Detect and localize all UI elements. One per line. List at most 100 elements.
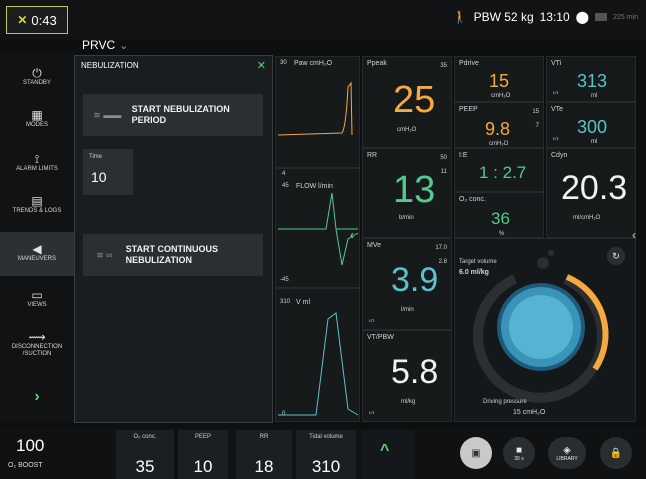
paw-waveform xyxy=(277,81,353,136)
vte-label: VTe xyxy=(551,106,564,113)
o2-boost-button[interactable]: 100 O₂ BOOST xyxy=(4,432,64,477)
vti-panel[interactable]: VTi 313 ml ᔕ xyxy=(546,56,636,102)
peep-panel[interactable]: PEEP 15 7 9.8 cmH₂O xyxy=(454,102,544,148)
sidebar-item-modes[interactable]: ▦ MODES xyxy=(0,98,74,142)
sidebar-item-label: TRENDS & LOGS xyxy=(12,207,62,214)
mve-label: MVe xyxy=(367,242,382,249)
ppeak-label: Ppeak xyxy=(367,60,387,67)
mve-unit: l/min xyxy=(401,307,414,313)
sidebar-item-label: STANDBY xyxy=(23,79,51,86)
rr-setting-value: 18 xyxy=(254,457,274,476)
mve-panel[interactable]: MVe 17.0 2.8 3.9 l/min ᔕ xyxy=(362,238,452,330)
boost-label: O₂ BOOST xyxy=(8,462,43,469)
close-icon[interactable]: ✕ xyxy=(257,59,266,72)
sidebar-item-label: VIEWS xyxy=(27,301,47,308)
sidebar-item-alarm-limits[interactable]: ⟟ ALARM LIMITS xyxy=(0,142,74,186)
nebulization-timer[interactable]: ✕ 0:43 xyxy=(6,6,68,34)
sidebar-expand-button[interactable]: › xyxy=(0,374,74,418)
time-label: Time xyxy=(89,154,103,160)
battery-icon xyxy=(595,13,608,21)
paw-waveform-panel: Paw cmH₂O 30 xyxy=(275,56,360,168)
cdyn-unit: ml/cmH₂O xyxy=(573,215,601,221)
cdyn-panel[interactable]: Cdyn 20.3 ml/cmH₂O xyxy=(546,148,636,238)
power-icon: ⏻ xyxy=(32,65,42,80)
vtpbw-label: VT/PBW xyxy=(367,334,394,341)
library-button[interactable]: ◈ LIBRARY xyxy=(548,437,586,469)
vtpbw-unit: ml/kg xyxy=(401,399,416,405)
sidebar-item-standby[interactable]: ⏻ STANDBY xyxy=(0,56,74,100)
infinity-icon: ≋ ∞ xyxy=(96,249,113,260)
rr-hi: 50 xyxy=(440,155,447,161)
peep-hi: 15 xyxy=(532,109,539,115)
peep-setting-label: PEEP xyxy=(194,434,211,440)
maneuvers-icon: ◀ xyxy=(32,241,42,256)
volume-waveform-panel: 310 V ml 0 xyxy=(275,288,360,422)
rr-value: 13 xyxy=(393,169,436,211)
peep-unit: cmH₂O xyxy=(489,141,509,147)
tidal-volume-setting[interactable]: Tidal volume 310 xyxy=(296,430,356,479)
expand-settings-button[interactable]: ^ xyxy=(362,430,414,479)
sidebar-item-disconnection[interactable]: ⟿ DISCONNECTION /SUCTION xyxy=(0,324,74,368)
o2-panel[interactable]: O₂ conc. 36 % xyxy=(454,192,544,238)
lung-icon: ᔕ xyxy=(553,90,559,96)
chevron-down-icon: ⌄ xyxy=(119,39,129,52)
vte-value: 300 xyxy=(577,117,608,137)
time-field[interactable]: Time 10 xyxy=(83,149,133,195)
peep-lo: 7 xyxy=(535,123,539,129)
vti-value: 313 xyxy=(577,71,608,91)
volume-waveform xyxy=(278,312,359,416)
rr-panel[interactable]: RR 50 11 13 b/min xyxy=(362,148,452,238)
sidebar: ⏻ STANDBY ▦ MODES ⟟ ALARM LIMITS ▤ TREND… xyxy=(0,52,74,422)
ie-panel[interactable]: I:E 1 : 2.7 xyxy=(454,148,544,192)
peep-setting-value: 10 xyxy=(193,457,213,476)
rr-unit: b/min xyxy=(399,215,414,221)
tidal-volume-value: 310 xyxy=(311,457,341,476)
pbw-label: PBW 52 kg xyxy=(473,10,534,24)
start-continuous-nebulization-button[interactable]: ≋ ∞ START CONTINUOUS NEBULIZATION xyxy=(83,234,263,276)
vte-panel[interactable]: VTe 300 ml ᔕ xyxy=(546,102,636,148)
video-duration: 30 s xyxy=(514,455,524,462)
cdyn-value: 20.3 xyxy=(561,169,628,207)
mode-selector[interactable]: PRVC ⌄ xyxy=(82,38,128,52)
trends-icon: ▤ xyxy=(31,193,43,208)
chevron-right-icon: › xyxy=(34,387,40,405)
peep-value: 9.8 xyxy=(485,119,511,139)
plug-icon: ⬤ xyxy=(575,10,590,24)
mve-hi: 17.0 xyxy=(435,245,447,251)
collapse-waveform-button[interactable]: ‹ xyxy=(350,228,354,242)
driving-pressure-value: 15 cmH₂O xyxy=(513,409,546,416)
o2-value: 36 xyxy=(491,209,510,228)
peep-setting[interactable]: PEEP 10 xyxy=(178,430,228,479)
o2-setting[interactable]: O₂ conc. 35 xyxy=(116,430,174,479)
pdrive-value: 15 xyxy=(489,71,510,91)
bell-icon: ⟟ xyxy=(34,151,40,166)
views-icon: ▭ xyxy=(31,287,43,302)
sidebar-item-trends[interactable]: ▤ TRENDS & LOGS xyxy=(0,184,74,228)
ppeak-panel[interactable]: Ppeak 35 25 cmH₂O xyxy=(362,56,452,148)
sidebar-item-label: ALARM LIMITS xyxy=(16,165,58,172)
vtpbw-panel[interactable]: VT/PBW 5.8 ml/kg ᔕ xyxy=(362,330,452,422)
camera-icon: ▣ xyxy=(471,447,481,459)
rr-label: RR xyxy=(367,152,378,159)
o2-setting-label: O₂ conc. xyxy=(133,434,157,440)
video-record-button[interactable]: ■ 30 s xyxy=(503,437,535,469)
chevron-up-icon: ^ xyxy=(380,442,390,459)
battery-time: 225 min xyxy=(613,13,638,21)
vti-unit: ml xyxy=(591,93,598,99)
mve-value: 3.9 xyxy=(391,261,439,299)
sidebar-item-views[interactable]: ▭ VIEWS xyxy=(0,278,74,322)
lock-button[interactable]: 🔒 xyxy=(600,437,632,469)
start-nebulization-period-button[interactable]: ≋ ▬▬ START NEBULIZATION PERIOD xyxy=(83,94,263,136)
video-icon: ■ xyxy=(515,444,523,456)
pdrive-panel[interactable]: Pdrive 15 cmH₂O xyxy=(454,56,544,102)
mve-lo: 2.8 xyxy=(438,259,447,265)
pdrive-unit: cmH₂O xyxy=(491,93,511,99)
start-continuous-label: START CONTINUOUS NEBULIZATION xyxy=(125,244,218,265)
rr-setting[interactable]: RR 18 xyxy=(236,430,292,479)
patient-icon: 🚶 xyxy=(452,10,468,24)
ppeak-limit: 35 xyxy=(440,63,447,69)
lung-icon: ᔕ xyxy=(369,318,375,324)
sidebar-item-maneuvers[interactable]: ◀ MANEUVERS xyxy=(0,232,74,276)
pdrive-label: Pdrive xyxy=(459,60,479,67)
screenshot-button[interactable]: ▣ xyxy=(460,437,492,469)
